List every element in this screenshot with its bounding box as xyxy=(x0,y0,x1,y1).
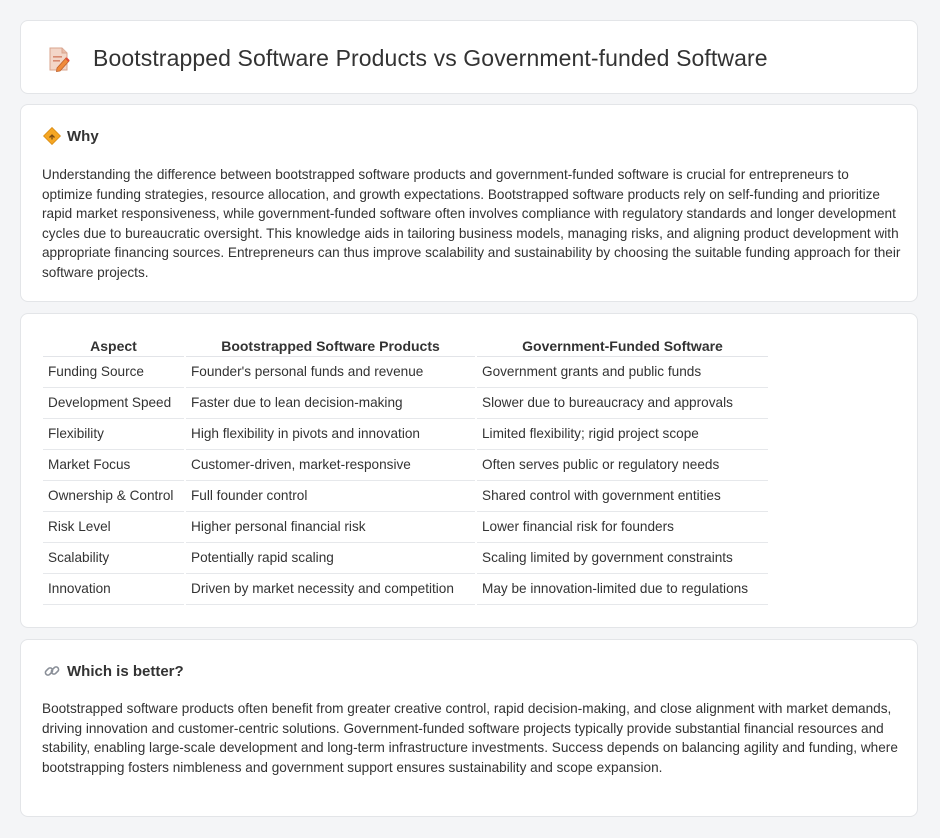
cell-bootstrapped: Higher personal financial risk xyxy=(186,512,475,543)
link-icon xyxy=(44,666,60,676)
better-title: Which is better? xyxy=(67,662,184,680)
cell-aspect: Funding Source xyxy=(43,357,184,388)
cell-aspect: Flexibility xyxy=(43,419,184,450)
cell-aspect: Risk Level xyxy=(43,512,184,543)
header-bootstrapped: Bootstrapped Software Products xyxy=(186,334,475,357)
page: Bootstrapped Software Products vs Govern… xyxy=(0,0,940,838)
header-aspect: Aspect xyxy=(43,334,184,357)
table-row: Market Focus Customer-driven, market-res… xyxy=(43,450,768,481)
cell-bootstrapped: Full founder control xyxy=(186,481,475,512)
why-heading: Why xyxy=(43,127,99,145)
why-section: Why Understanding the difference between… xyxy=(20,104,918,302)
comparison-table: Aspect Bootstrapped Software Products Go… xyxy=(41,334,770,605)
cell-bootstrapped: Faster due to lean decision-making xyxy=(186,388,475,419)
document-pencil-icon xyxy=(49,47,70,72)
table-header-row: Aspect Bootstrapped Software Products Go… xyxy=(43,334,768,357)
cell-aspect: Scalability xyxy=(43,543,184,574)
cell-government: Often serves public or regulatory needs xyxy=(477,450,768,481)
cell-aspect: Market Focus xyxy=(43,450,184,481)
better-body: Bootstrapped software products often ben… xyxy=(42,701,898,775)
table-row: Innovation Driven by market necessity an… xyxy=(43,574,768,605)
cell-government: Limited flexibility; rigid project scope xyxy=(477,419,768,450)
cell-bootstrapped: High flexibility in pivots and innovatio… xyxy=(186,419,475,450)
page-title: Bootstrapped Software Products vs Govern… xyxy=(93,45,768,71)
cell-aspect: Innovation xyxy=(43,574,184,605)
diamond-sign-icon xyxy=(43,127,61,145)
cell-bootstrapped: Driven by market necessity and competiti… xyxy=(186,574,475,605)
table-row: Scalability Potentially rapid scaling Sc… xyxy=(43,543,768,574)
cell-bootstrapped: Potentially rapid scaling xyxy=(186,543,475,574)
cell-aspect: Ownership & Control xyxy=(43,481,184,512)
cell-government: Scaling limited by government constraint… xyxy=(477,543,768,574)
cell-bootstrapped: Founder's personal funds and revenue xyxy=(186,357,475,388)
better-heading: Which is better? xyxy=(43,662,184,680)
cell-government: Shared control with government entities xyxy=(477,481,768,512)
table-row: Flexibility High flexibility in pivots a… xyxy=(43,419,768,450)
cell-government: Lower financial risk for founders xyxy=(477,512,768,543)
table-row: Risk Level Higher personal financial ris… xyxy=(43,512,768,543)
title-row: Bootstrapped Software Products vs Govern… xyxy=(47,45,768,72)
table-row: Funding Source Founder's personal funds … xyxy=(43,357,768,388)
table-row: Development Speed Faster due to lean dec… xyxy=(43,388,768,419)
cell-government: Slower due to bureaucracy and approvals xyxy=(477,388,768,419)
why-body: Understanding the difference between boo… xyxy=(42,167,901,280)
header-government: Government-Funded Software xyxy=(477,334,768,357)
cell-government: May be innovation-limited due to regulat… xyxy=(477,574,768,605)
which-is-better-section: Which is better? Bootstrapped software p… xyxy=(20,639,918,817)
title-card: Bootstrapped Software Products vs Govern… xyxy=(20,20,918,94)
table-row: Ownership & Control Full founder control… xyxy=(43,481,768,512)
cell-government: Government grants and public funds xyxy=(477,357,768,388)
cell-aspect: Development Speed xyxy=(43,388,184,419)
why-title: Why xyxy=(67,127,99,145)
cell-bootstrapped: Customer-driven, market-responsive xyxy=(186,450,475,481)
comparison-section: Aspect Bootstrapped Software Products Go… xyxy=(20,313,918,628)
